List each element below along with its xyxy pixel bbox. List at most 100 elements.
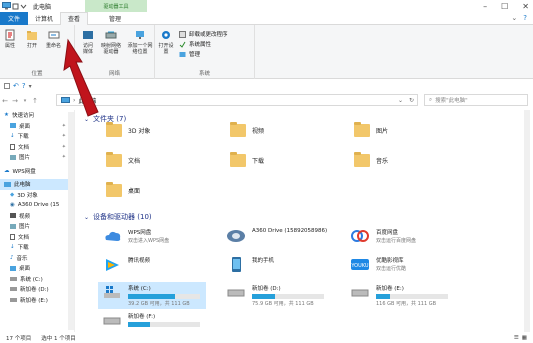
folder-item[interactable]: 3D 对象 [106,122,150,137]
tab-view[interactable]: 查看 [60,11,89,25]
sidebar-wps[interactable]: ☁ WPS网盘 [0,166,74,177]
maximize-icon[interactable]: ☐ [501,2,508,11]
sidebar-scrollbar[interactable] [68,112,74,330]
drive-item-d[interactable]: 新加卷 (D:) 75.9 GB 可用，共 111 GB [226,284,324,307]
undo-icon[interactable]: ↶ [13,82,19,90]
content-scrollbar[interactable] [524,110,530,332]
folder-item[interactable]: 图片 [354,122,388,137]
up-icon[interactable]: ↑ [30,96,40,106]
system-properties-button[interactable]: 系统属性 [179,40,211,48]
gear-icon [162,31,170,39]
drive-icon [103,317,121,325]
folder-music-icon [354,152,370,167]
folder-item[interactable]: 桌面 [106,182,140,197]
pc-icon [2,2,11,10]
tab-computer[interactable]: 计算机 [28,12,60,25]
checkbox-icon[interactable] [4,83,10,89]
folder-item[interactable]: 下载 [230,152,264,167]
tencent-video-icon [106,259,119,271]
ribbon-tabs: 文件 计算机 查看 管理 ⌄ ? [0,11,533,25]
music-icon: ♪ [10,254,14,261]
sidebar-item-3d[interactable]: ◆ 3D 对象 [0,190,74,201]
pin-icon: ✦ [61,122,66,129]
cube-icon: ◆ [10,191,15,198]
phone-icon [232,257,241,272]
drive-icon [351,289,369,297]
open-settings-button[interactable]: 打开设置 [157,29,175,55]
sidebar-item-desktop[interactable]: 桌面 ✦ [0,121,74,132]
pin-icon: ✦ [61,154,66,161]
forward-icon[interactable]: → [10,96,20,106]
drive-tools-context-tab[interactable]: 驱动器工具 [85,0,147,12]
rename-button[interactable]: 重命名 [46,29,61,49]
search-input[interactable]: ⌕ 搜索"此电脑" [424,94,528,106]
manage-button[interactable]: 管理 [179,50,200,58]
device-item[interactable]: WPS网盘 双击进入WPS网盘 [102,228,169,244]
status-bar: 17 个项目 选中 1 个项目 ☰ ▦ [0,333,533,343]
back-icon[interactable]: ← [0,96,10,106]
open-button[interactable]: 打开 [26,29,38,49]
redo-icon[interactable]: ? [22,82,26,90]
quick-access-toolbar-icon[interactable] [12,3,19,10]
sidebar-item-pc-documents[interactable]: 文档 [0,232,74,243]
drive-icon [10,297,17,302]
rename-icon [48,31,59,39]
recent-chevron-icon[interactable]: ▾ [20,96,30,106]
close-icon[interactable]: ✕ [522,2,529,11]
sidebar-item-videos[interactable]: 视频 [0,211,74,222]
device-item[interactable]: 我的手机 [226,256,274,272]
sidebar-item-documents[interactable]: 文档 ✦ [0,142,74,153]
device-item[interactable]: A360 Drive (15892058986) [226,228,327,244]
chevron-down-icon[interactable] [20,3,27,10]
device-item[interactable]: YOUKU 优酷影视库 双击运行优酷 [350,256,406,272]
drive-usage-bar [252,294,324,299]
drive-item-c[interactable]: 系统 (C:) 39.2 GB 可用，共 111 GB [98,282,206,309]
annotation-arrow-icon [63,38,99,117]
folder-documents-icon [106,152,122,167]
folder-item[interactable]: 文档 [106,152,140,167]
chevron-down-icon[interactable]: ⌄ [398,97,403,104]
refresh-icon[interactable]: ↻ [409,97,414,104]
picture-icon [10,154,16,160]
add-network-location-button[interactable]: 添加一个网络位置 [127,29,153,55]
sidebar-item-music[interactable]: ♪ 音乐 [0,253,74,264]
network-location-icon [136,31,144,39]
address-bar[interactable]: › 此电脑 ⌄ ↻ [56,94,418,106]
sidebar-item-drive-e[interactable]: 新加卷 (E:) [0,295,74,306]
help-icon[interactable]: ? [523,14,527,22]
baidu-netdisk-icon [351,230,369,242]
sidebar-item-pictures[interactable]: 图片 ✦ [0,152,74,163]
devices-section-header[interactable]: ⌄ 设备和驱动器 (10) [84,212,152,222]
device-item[interactable]: 百度网盘 双击运行百度网盘 [350,228,416,244]
drive-item-e[interactable]: 新加卷 (E:) 116 GB 可用，共 111 GB [350,284,448,307]
folder-item[interactable]: 音乐 [354,152,388,167]
a360-icon [227,230,245,242]
tiles-view-icon[interactable]: ▦ [522,335,527,341]
quick-toolbar: ↶ ? ▾ [4,82,32,90]
sidebar-item-a360[interactable]: ◉ A360 Drive (15 [0,200,74,211]
sidebar-item-downloads[interactable]: ↓ 下载 ✦ [0,131,74,142]
sidebar-this-pc[interactable]: 此电脑 [0,179,74,190]
svg-text:YOUKU: YOUKU [350,263,369,269]
device-item[interactable]: 腾讯视频 [102,256,150,272]
sidebar-item-pc-pictures[interactable]: 图片 [0,221,74,232]
desktop-icon [10,265,16,271]
content-pane: ⌄ 文件夹 (7) 3D 对象 视频 图片 文档 下载 音乐 桌面 ⌄ 设备和驱… [78,110,518,332]
ribbon-collapse-icon[interactable]: ⌄ [511,14,517,22]
folder-pictures-icon [354,122,370,137]
folder-item[interactable]: 视频 [230,122,264,137]
drive-item-f[interactable]: 新加卷 (F:) [102,312,200,328]
sidebar-item-pc-desktop[interactable]: 桌面 [0,263,74,274]
tab-file[interactable]: 文件 [0,11,29,25]
chevron-down-icon[interactable]: ▾ [29,83,32,90]
sidebar-item-drive-c[interactable]: 系统 (C:) [0,274,74,285]
minimize-icon[interactable]: – [483,2,487,11]
properties-button[interactable]: 属性 [4,29,16,49]
tab-manage[interactable]: 管理 [102,12,128,25]
uninstall-program-button[interactable]: 卸载或更改程序 [179,30,228,38]
video-icon [10,213,16,219]
manage-icon [179,51,186,57]
details-view-icon[interactable]: ☰ [514,335,519,341]
sidebar-item-pc-downloads[interactable]: ↓ 下载 [0,242,74,253]
sidebar-item-drive-d[interactable]: 新加卷 (D:) [0,284,74,295]
